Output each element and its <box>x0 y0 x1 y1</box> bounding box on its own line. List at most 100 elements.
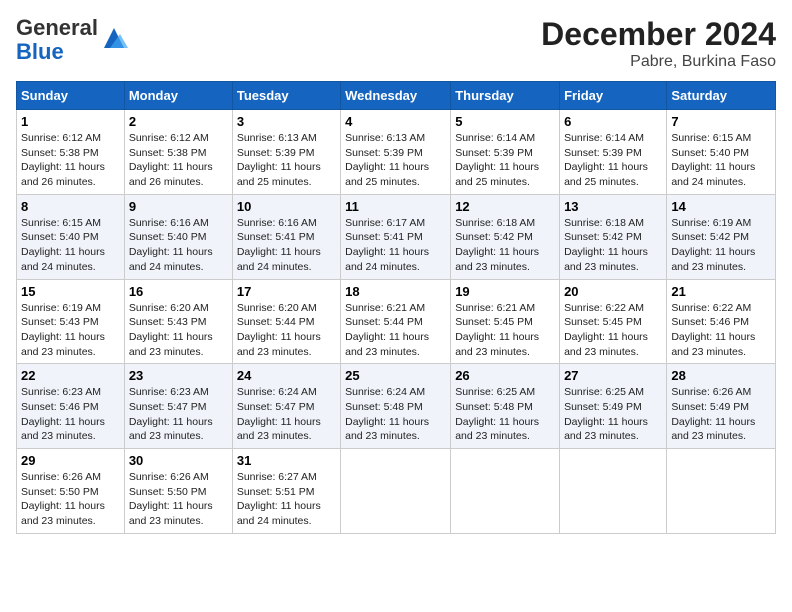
calendar-cell <box>341 449 451 534</box>
calendar-cell: 13 Sunrise: 6:18 AMSunset: 5:42 PMDaylig… <box>560 194 667 279</box>
cell-info: Sunrise: 6:15 AMSunset: 5:40 PMDaylight:… <box>21 217 105 273</box>
day-number: 17 <box>237 284 336 299</box>
calendar-week-row: 15 Sunrise: 6:19 AMSunset: 5:43 PMDaylig… <box>17 279 776 364</box>
calendar-cell: 27 Sunrise: 6:25 AMSunset: 5:49 PMDaylig… <box>560 364 667 449</box>
day-number: 3 <box>237 114 336 129</box>
day-number: 5 <box>455 114 555 129</box>
calendar-cell: 14 Sunrise: 6:19 AMSunset: 5:42 PMDaylig… <box>667 194 776 279</box>
day-number: 20 <box>564 284 662 299</box>
day-number: 28 <box>671 368 771 383</box>
header-monday: Monday <box>124 82 232 110</box>
cell-info: Sunrise: 6:26 AMSunset: 5:50 PMDaylight:… <box>129 471 213 527</box>
cell-info: Sunrise: 6:16 AMSunset: 5:41 PMDaylight:… <box>237 217 321 273</box>
day-number: 1 <box>21 114 120 129</box>
cell-info: Sunrise: 6:14 AMSunset: 5:39 PMDaylight:… <box>455 132 539 188</box>
calendar-cell: 26 Sunrise: 6:25 AMSunset: 5:48 PMDaylig… <box>451 364 560 449</box>
calendar-cell: 17 Sunrise: 6:20 AMSunset: 5:44 PMDaylig… <box>232 279 340 364</box>
calendar-cell: 7 Sunrise: 6:15 AMSunset: 5:40 PMDayligh… <box>667 110 776 195</box>
calendar-cell: 28 Sunrise: 6:26 AMSunset: 5:49 PMDaylig… <box>667 364 776 449</box>
cell-info: Sunrise: 6:23 AMSunset: 5:46 PMDaylight:… <box>21 386 105 442</box>
calendar-cell: 19 Sunrise: 6:21 AMSunset: 5:45 PMDaylig… <box>451 279 560 364</box>
cell-info: Sunrise: 6:26 AMSunset: 5:50 PMDaylight:… <box>21 471 105 527</box>
cell-info: Sunrise: 6:15 AMSunset: 5:40 PMDaylight:… <box>671 132 755 188</box>
calendar-cell: 15 Sunrise: 6:19 AMSunset: 5:43 PMDaylig… <box>17 279 125 364</box>
day-number: 23 <box>129 368 228 383</box>
day-number: 13 <box>564 199 662 214</box>
cell-info: Sunrise: 6:21 AMSunset: 5:45 PMDaylight:… <box>455 302 539 358</box>
day-number: 10 <box>237 199 336 214</box>
calendar-cell: 18 Sunrise: 6:21 AMSunset: 5:44 PMDaylig… <box>341 279 451 364</box>
cell-info: Sunrise: 6:24 AMSunset: 5:47 PMDaylight:… <box>237 386 321 442</box>
day-number: 26 <box>455 368 555 383</box>
day-number: 18 <box>345 284 446 299</box>
page-subtitle: Pabre, Burkina Faso <box>541 53 776 71</box>
logo-general: General <box>16 15 98 40</box>
calendar-cell: 6 Sunrise: 6:14 AMSunset: 5:39 PMDayligh… <box>560 110 667 195</box>
cell-info: Sunrise: 6:13 AMSunset: 5:39 PMDaylight:… <box>237 132 321 188</box>
day-number: 15 <box>21 284 120 299</box>
cell-info: Sunrise: 6:23 AMSunset: 5:47 PMDaylight:… <box>129 386 213 442</box>
calendar-cell: 4 Sunrise: 6:13 AMSunset: 5:39 PMDayligh… <box>341 110 451 195</box>
cell-info: Sunrise: 6:25 AMSunset: 5:49 PMDaylight:… <box>564 386 648 442</box>
day-number: 12 <box>455 199 555 214</box>
calendar-cell: 8 Sunrise: 6:15 AMSunset: 5:40 PMDayligh… <box>17 194 125 279</box>
day-number: 29 <box>21 453 120 468</box>
calendar-cell: 23 Sunrise: 6:23 AMSunset: 5:47 PMDaylig… <box>124 364 232 449</box>
day-number: 19 <box>455 284 555 299</box>
calendar-cell: 10 Sunrise: 6:16 AMSunset: 5:41 PMDaylig… <box>232 194 340 279</box>
header-friday: Friday <box>560 82 667 110</box>
header-tuesday: Tuesday <box>232 82 340 110</box>
day-number: 9 <box>129 199 228 214</box>
cell-info: Sunrise: 6:20 AMSunset: 5:43 PMDaylight:… <box>129 302 213 358</box>
day-number: 22 <box>21 368 120 383</box>
cell-info: Sunrise: 6:26 AMSunset: 5:49 PMDaylight:… <box>671 386 755 442</box>
logo: General Blue <box>16 16 128 64</box>
calendar-cell: 12 Sunrise: 6:18 AMSunset: 5:42 PMDaylig… <box>451 194 560 279</box>
cell-info: Sunrise: 6:25 AMSunset: 5:48 PMDaylight:… <box>455 386 539 442</box>
cell-info: Sunrise: 6:24 AMSunset: 5:48 PMDaylight:… <box>345 386 429 442</box>
day-number: 14 <box>671 199 771 214</box>
calendar-cell: 22 Sunrise: 6:23 AMSunset: 5:46 PMDaylig… <box>17 364 125 449</box>
cell-info: Sunrise: 6:14 AMSunset: 5:39 PMDaylight:… <box>564 132 648 188</box>
calendar-cell <box>560 449 667 534</box>
day-number: 8 <box>21 199 120 214</box>
cell-info: Sunrise: 6:22 AMSunset: 5:46 PMDaylight:… <box>671 302 755 358</box>
day-number: 21 <box>671 284 771 299</box>
header-thursday: Thursday <box>451 82 560 110</box>
calendar-cell: 21 Sunrise: 6:22 AMSunset: 5:46 PMDaylig… <box>667 279 776 364</box>
calendar-table: SundayMondayTuesdayWednesdayThursdayFrid… <box>16 81 776 534</box>
header-saturday: Saturday <box>667 82 776 110</box>
day-number: 6 <box>564 114 662 129</box>
calendar-cell: 31 Sunrise: 6:27 AMSunset: 5:51 PMDaylig… <box>232 449 340 534</box>
calendar-cell <box>667 449 776 534</box>
cell-info: Sunrise: 6:12 AMSunset: 5:38 PMDaylight:… <box>129 132 213 188</box>
calendar-cell: 11 Sunrise: 6:17 AMSunset: 5:41 PMDaylig… <box>341 194 451 279</box>
cell-info: Sunrise: 6:12 AMSunset: 5:38 PMDaylight:… <box>21 132 105 188</box>
title-block: December 2024 Pabre, Burkina Faso <box>541 16 776 71</box>
calendar-cell: 2 Sunrise: 6:12 AMSunset: 5:38 PMDayligh… <box>124 110 232 195</box>
day-number: 4 <box>345 114 446 129</box>
calendar-cell: 1 Sunrise: 6:12 AMSunset: 5:38 PMDayligh… <box>17 110 125 195</box>
cell-info: Sunrise: 6:17 AMSunset: 5:41 PMDaylight:… <box>345 217 429 273</box>
calendar-week-row: 8 Sunrise: 6:15 AMSunset: 5:40 PMDayligh… <box>17 194 776 279</box>
calendar-cell: 25 Sunrise: 6:24 AMSunset: 5:48 PMDaylig… <box>341 364 451 449</box>
cell-info: Sunrise: 6:20 AMSunset: 5:44 PMDaylight:… <box>237 302 321 358</box>
page-title: December 2024 <box>541 16 776 53</box>
cell-info: Sunrise: 6:13 AMSunset: 5:39 PMDaylight:… <box>345 132 429 188</box>
logo-text: General Blue <box>16 16 98 64</box>
calendar-cell: 16 Sunrise: 6:20 AMSunset: 5:43 PMDaylig… <box>124 279 232 364</box>
calendar-cell: 24 Sunrise: 6:24 AMSunset: 5:47 PMDaylig… <box>232 364 340 449</box>
day-number: 11 <box>345 199 446 214</box>
day-number: 16 <box>129 284 228 299</box>
logo-icon <box>100 24 128 52</box>
cell-info: Sunrise: 6:16 AMSunset: 5:40 PMDaylight:… <box>129 217 213 273</box>
day-number: 27 <box>564 368 662 383</box>
calendar-cell: 29 Sunrise: 6:26 AMSunset: 5:50 PMDaylig… <box>17 449 125 534</box>
cell-info: Sunrise: 6:27 AMSunset: 5:51 PMDaylight:… <box>237 471 321 527</box>
logo-blue: Blue <box>16 39 64 64</box>
calendar-cell: 3 Sunrise: 6:13 AMSunset: 5:39 PMDayligh… <box>232 110 340 195</box>
cell-info: Sunrise: 6:22 AMSunset: 5:45 PMDaylight:… <box>564 302 648 358</box>
calendar-week-row: 1 Sunrise: 6:12 AMSunset: 5:38 PMDayligh… <box>17 110 776 195</box>
calendar-week-row: 22 Sunrise: 6:23 AMSunset: 5:46 PMDaylig… <box>17 364 776 449</box>
header-sunday: Sunday <box>17 82 125 110</box>
